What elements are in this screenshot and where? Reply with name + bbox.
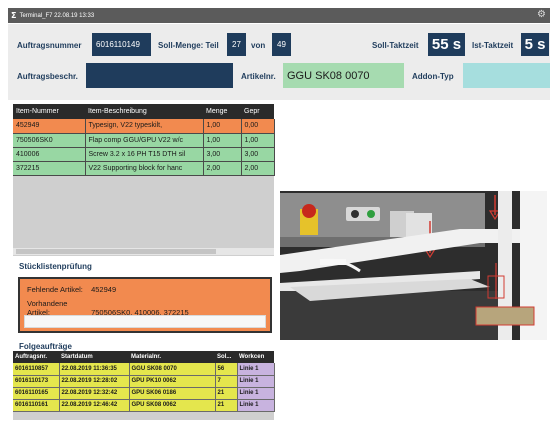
ist-taktzeit-label: Ist-Taktzeit (472, 41, 514, 50)
item-nummer-cell: 452949 (13, 119, 86, 134)
auftragsnr-cell: 6016110161 (13, 399, 60, 412)
soll-cell: 21 (215, 399, 238, 412)
workcenter-cell: Linie 1 (237, 375, 275, 388)
col-materialnr[interactable]: Materialnr. (129, 351, 215, 363)
table-row[interactable]: 410006 Screw 3.2 x 16 PH T15 DTH sil 3,0… (13, 147, 275, 162)
auftragsnr-cell: 6016110165 (13, 387, 60, 400)
emergency-stop-button (302, 204, 316, 218)
item-beschreibung-cell: V22 Supporting block for hanc (85, 161, 204, 176)
horizontal-scrollbar[interactable] (13, 248, 274, 255)
soll-cell: 21 (215, 387, 238, 400)
soll-taktzeit-display: 55 s (428, 33, 465, 56)
teil-field[interactable]: 27 (227, 33, 246, 56)
table-row[interactable]: 6016110173 22.08.2019 12:28:02 GPU PK10 … (13, 375, 275, 388)
auftragsnr-cell: 6016110857 (13, 363, 60, 376)
app-logo-icon: Σ (11, 11, 17, 20)
item-nummer-cell: 750506SK0 (13, 133, 86, 148)
auftragsnummer-label: Auftragsnummer (17, 41, 82, 50)
item-beschreibung-cell: Typesign, V22 typeskilt, (85, 119, 204, 134)
table-row[interactable]: 6016110161 22.08.2019 12:46:42 GPU SK08 … (13, 399, 275, 412)
addon-typ-label: Addon-Typ (412, 72, 454, 81)
folge-table: Auftragsnr. Startdatum Materialnr. Sol..… (13, 351, 275, 412)
ist-taktzeit-display: 5 s (521, 33, 549, 56)
table-row[interactable]: 6016110857 22.08.2019 11:36:35 GGU SK08 … (13, 363, 275, 376)
auftragsbeschr-label: Auftragsbeschr. (17, 72, 78, 81)
workcenter-cell: Linie 1 (237, 399, 275, 412)
gepr-cell: 0,00 (241, 119, 275, 134)
col-gepr[interactable]: Gepr (241, 104, 274, 119)
soll-menge-label: Soll-Menge: Teil (158, 41, 219, 50)
item-beschreibung-cell: Screw 3.2 x 16 PH T15 DTH sil (85, 147, 204, 162)
soll-taktzeit-label: Soll-Taktzeit (372, 41, 419, 50)
startdatum-cell: 22.08.2019 11:36:35 (59, 363, 130, 376)
highlight-box (475, 306, 535, 326)
addon-typ-field[interactable] (463, 63, 550, 88)
gepr-cell: 1,00 (241, 133, 275, 148)
materialnr-cell: GPU PK10 0062 (129, 375, 216, 388)
gear-icon[interactable]: ⚙ (537, 9, 546, 20)
item-beschreibung-cell: Flap comp GGU/GPU V22 w/c (85, 133, 204, 148)
table-row[interactable]: 372215 V22 Supporting block for hanc 2,0… (13, 161, 275, 176)
startdatum-cell: 22.08.2019 12:32:42 (59, 387, 130, 400)
von-label: von (251, 41, 266, 50)
gepr-cell: 3,00 (241, 147, 275, 162)
von-field[interactable]: 49 (272, 33, 291, 56)
scrollbar-thumb[interactable] (16, 249, 216, 254)
menge-cell: 2,00 (203, 161, 242, 176)
title-bar: Σ Terminal_F7 22.08.19 13:33 ⚙ (8, 8, 550, 23)
gepr-cell: 2,00 (241, 161, 275, 176)
table-row[interactable]: 6016110165 22.08.2019 12:32:42 GPU SK06 … (13, 387, 275, 400)
menge-cell: 3,00 (203, 147, 242, 162)
materialnr-cell: GGU SK08 0070 (129, 363, 216, 376)
auftragsbeschr-field[interactable] (86, 63, 233, 88)
workcenter-cell: Linie 1 (237, 363, 275, 376)
auftragsnummer-field[interactable]: 6016110149 (92, 33, 151, 56)
items-header-row: Item-Nummer Item-Beschreibung Menge Gepr (13, 104, 274, 119)
workcenter-cell: Linie 1 (237, 387, 275, 400)
stueckliste-result-box: Fehlende Artikel: 452949 Vorhandene Arti… (18, 277, 272, 333)
left-panel: Item-Nummer Item-Beschreibung Menge Gepr… (13, 104, 275, 420)
items-table: Item-Nummer Item-Beschreibung Menge Gepr… (13, 104, 275, 176)
col-item-beschreibung[interactable]: Item-Beschreibung (85, 104, 203, 119)
menge-cell: 1,00 (203, 119, 242, 134)
auftragsnr-cell: 6016110173 (13, 375, 60, 388)
fehlende-row: Fehlende Artikel: 452949 (27, 285, 116, 294)
col-workcenter[interactable]: Workcen (237, 351, 274, 363)
col-menge[interactable]: Menge (203, 104, 241, 119)
item-nummer-cell: 410006 (13, 147, 86, 162)
col-soll[interactable]: Sol... (215, 351, 237, 363)
order-header: Auftragsnummer 6016110149 Soll-Menge: Te… (8, 24, 550, 100)
stueckliste-title: Stücklistenprüfung (19, 262, 92, 271)
col-auftragsnr[interactable]: Auftragsnr. (13, 351, 59, 363)
table-row[interactable]: 750506SK0 Flap comp GGU/GPU V22 w/c 1,00… (13, 133, 275, 148)
col-startdatum[interactable]: Startdatum (59, 351, 129, 363)
startdatum-cell: 22.08.2019 12:46:42 (59, 399, 130, 412)
assembly-camera-image (280, 191, 547, 340)
artikelnr-field[interactable]: GGU SK08 0070 (283, 63, 404, 88)
startdatum-cell: 22.08.2019 12:28:02 (59, 375, 130, 388)
window-title: Terminal_F7 22.08.19 13:33 (19, 12, 95, 19)
soll-cell: 56 (215, 363, 238, 376)
soll-cell: 7 (215, 375, 238, 388)
scan-input[interactable] (24, 315, 266, 328)
materialnr-cell: GPU SK08 0062 (129, 399, 216, 412)
folge-title: Folgeaufträge (19, 342, 72, 351)
artikelnr-label: Artikelnr. (241, 72, 276, 81)
item-nummer-cell: 372215 (13, 161, 86, 176)
menge-cell: 1,00 (203, 133, 242, 148)
fehlende-value: 452949 (91, 285, 117, 294)
col-item-nummer[interactable]: Item-Nummer (13, 104, 85, 119)
folge-header-row: Auftragsnr. Startdatum Materialnr. Sol..… (13, 351, 274, 363)
fehlende-label: Fehlende Artikel: (27, 285, 83, 294)
table-row[interactable]: 452949 Typesign, V22 typeskilt, 1,00 0,0… (13, 119, 275, 134)
materialnr-cell: GPU SK06 0186 (129, 387, 216, 400)
assembly-photo (280, 191, 547, 340)
